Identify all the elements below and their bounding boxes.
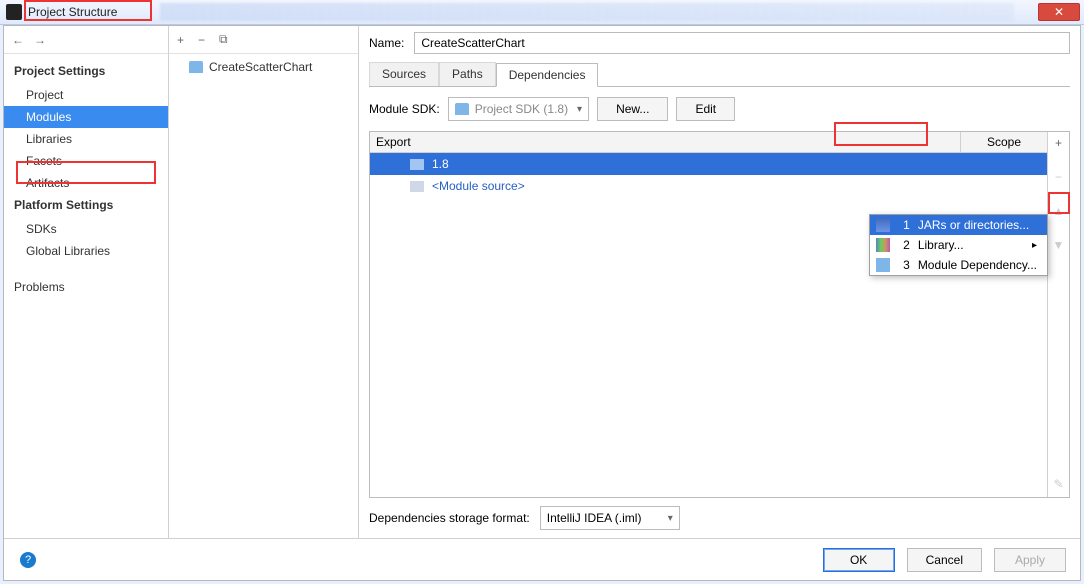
module-name-input[interactable] [414,32,1070,54]
add-dependency-icon[interactable]: + [1055,136,1062,150]
popup-item-module-dependency[interactable]: 3 Module Dependency... [870,255,1047,275]
add-dependency-popup: 1 JARs or directories... 2 Library... ▸ … [869,214,1048,276]
popup-label: Library... [918,238,964,252]
titlebar-blur [160,3,1014,21]
remove-module-icon[interactable]: − [198,33,205,47]
jar-icon [876,218,890,232]
settings-sidebar: ← → Project Settings Project Modules Lib… [4,26,169,538]
sidebar-item-global-libraries[interactable]: Global Libraries [4,240,168,262]
popup-label: Module Dependency... [918,258,1037,272]
sidebar-item-sdks[interactable]: SDKs [4,218,168,240]
sidebar-item-project[interactable]: Project [4,84,168,106]
ok-button[interactable]: OK [823,548,895,572]
tab-sources[interactable]: Sources [369,62,439,86]
col-header-export[interactable]: Export [370,132,961,152]
help-icon[interactable]: ? [20,552,36,568]
sidebar-heading-platform-settings: Platform Settings [4,194,168,218]
sdk-value: Project SDK (1.8) [475,102,568,116]
dependencies-toolbar: + − ▲ ▼ ✎ [1047,132,1069,497]
name-label: Name: [369,36,404,50]
dependency-label: 1.8 [432,157,449,171]
apply-button[interactable]: Apply [994,548,1066,572]
folder-icon [410,181,424,192]
module-icon [189,61,203,73]
new-sdk-button[interactable]: New... [597,97,668,121]
window-title: Project Structure [28,5,117,19]
title-bar: Project Structure ✕ [0,0,1084,25]
sdk-label: Module SDK: [369,102,440,116]
popup-shortcut: 3 [898,258,910,272]
sidebar-item-facets[interactable]: Facets [4,150,168,172]
submenu-arrow-icon: ▸ [1032,240,1037,251]
dependency-label: <Module source> [432,179,525,193]
module-tree-panel: + − ⧉ CreateScatterChart [169,26,359,538]
module-tree-item[interactable]: CreateScatterChart [169,54,358,80]
module-name: CreateScatterChart [209,60,312,74]
sidebar-item-artifacts[interactable]: Artifacts [4,172,168,194]
storage-value: IntelliJ IDEA (.iml) [547,511,642,525]
col-header-scope[interactable]: Scope [961,132,1047,152]
edit-sdk-button[interactable]: Edit [676,97,735,121]
popup-shortcut: 1 [898,218,910,232]
sidebar-item-problems[interactable]: Problems [4,276,168,298]
sidebar-nav: ← → [4,26,168,54]
popup-shortcut: 2 [898,238,910,252]
back-icon[interactable]: ← [12,33,24,47]
sidebar-item-modules[interactable]: Modules [4,106,168,128]
dependencies-table: Export Scope 1.8 <Module source> [370,132,1047,497]
storage-label: Dependencies storage format: [369,511,530,525]
dialog-button-bar: OK Cancel Apply [4,538,1080,580]
remove-dependency-icon[interactable]: − [1055,170,1062,184]
tab-paths[interactable]: Paths [439,62,496,86]
forward-icon[interactable]: → [34,33,46,47]
app-icon [6,4,22,20]
edit-dependency-icon[interactable]: ✎ [1053,477,1063,491]
sdk-combo[interactable]: Project SDK (1.8) [448,97,589,121]
add-module-icon[interactable]: + [177,33,184,47]
popup-label: JARs or directories... [918,218,1029,232]
copy-module-icon[interactable]: ⧉ [219,32,228,47]
storage-format-combo[interactable]: IntelliJ IDEA (.iml) [540,506,680,530]
popup-item-library[interactable]: 2 Library... ▸ [870,235,1047,255]
move-down-icon[interactable]: ▼ [1053,238,1065,252]
module-tabs: Sources Paths Dependencies [369,62,1070,87]
sidebar-heading-project-settings: Project Settings [4,60,168,84]
cancel-button[interactable]: Cancel [907,548,982,572]
library-icon [876,238,890,252]
module-icon [876,258,890,272]
module-detail-panel: Name: Sources Paths Dependencies Module … [359,26,1080,538]
dependency-row-sdk[interactable]: 1.8 [370,153,1047,175]
folder-icon [410,159,424,170]
close-button[interactable]: ✕ [1038,3,1080,21]
sidebar-item-libraries[interactable]: Libraries [4,128,168,150]
dependency-row-module-source[interactable]: <Module source> [370,175,1047,197]
tab-dependencies[interactable]: Dependencies [496,63,599,87]
sdk-icon [455,103,469,115]
move-up-icon[interactable]: ▲ [1053,204,1065,218]
popup-item-jars[interactable]: 1 JARs or directories... [870,215,1047,235]
